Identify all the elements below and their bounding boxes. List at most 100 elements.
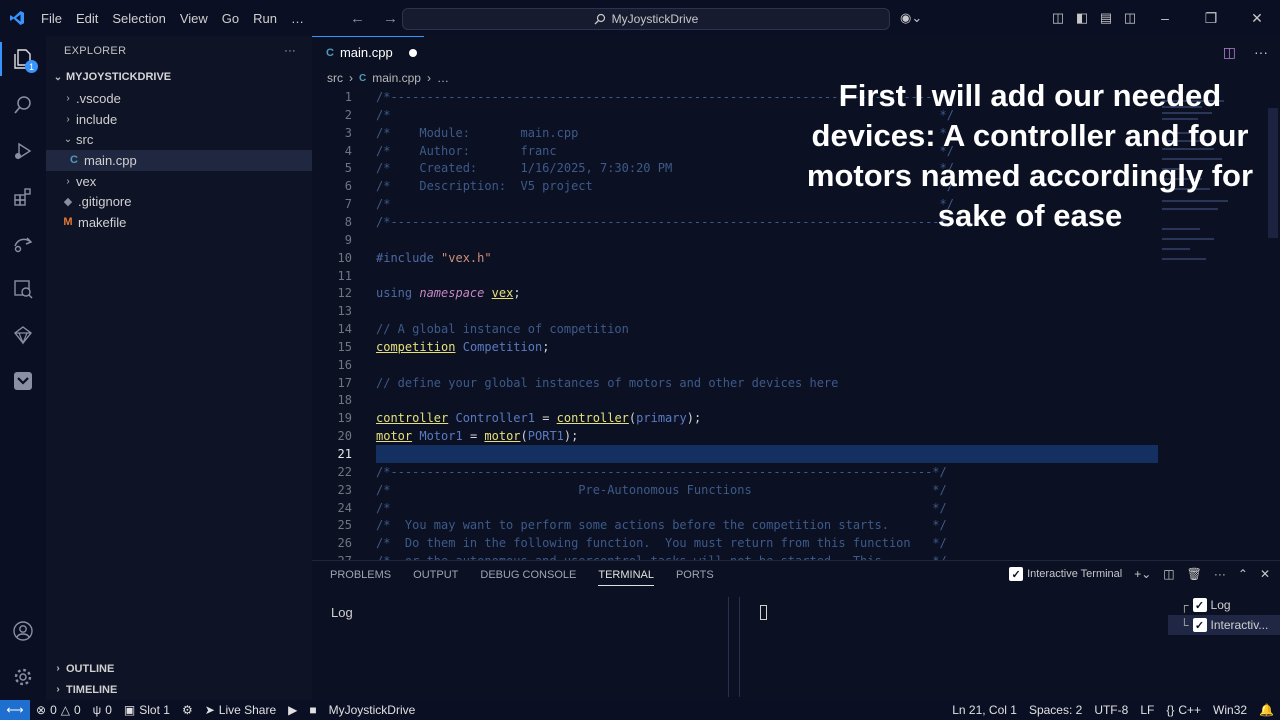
- controller-status-icon[interactable]: ⚙: [176, 703, 199, 717]
- code-line[interactable]: 12 using namespace vex;: [312, 284, 1280, 302]
- code-line[interactable]: 24 /* */: [312, 499, 1280, 517]
- code-line[interactable]: 27/* or the autonomous and usercontrol t…: [312, 552, 1280, 560]
- terminal-split-divider[interactable]: [728, 597, 740, 697]
- language-mode[interactable]: {} C++: [1160, 703, 1207, 717]
- tree-item-vscode[interactable]: › .vscode: [46, 88, 312, 109]
- code-line[interactable]: 21: [312, 445, 1280, 463]
- tab-debug-console[interactable]: DEBUG CONSOLE: [480, 569, 576, 586]
- timeline-section[interactable]: › TIMELINE: [46, 679, 312, 700]
- line-number: 3: [344, 125, 352, 140]
- indentation[interactable]: Spaces: 2: [1023, 703, 1088, 717]
- tree-item-include[interactable]: › include: [46, 109, 312, 130]
- live-share-status[interactable]: ➤ Live Share: [199, 703, 282, 717]
- code-line[interactable]: 17 // define your global instances of mot…: [312, 374, 1280, 392]
- customize-layout-icon[interactable]: ◫: [1046, 10, 1070, 26]
- breadcrumb-src[interactable]: src: [327, 71, 343, 85]
- outline-section[interactable]: › OUTLINE: [46, 658, 312, 679]
- tab-main-cpp[interactable]: C main.cpp: [312, 36, 424, 68]
- menu-edit[interactable]: Edit: [69, 11, 105, 26]
- terminal-selector[interactable]: ✓ Interactive Terminal: [1009, 567, 1122, 581]
- menu-selection[interactable]: Selection: [105, 11, 172, 26]
- code-line[interactable]: 15 competition Competition;: [312, 338, 1280, 356]
- trash-icon[interactable]: 🗑: [1187, 567, 1202, 581]
- new-terminal-icon[interactable]: +⌄: [1134, 567, 1151, 581]
- toggle-sidebar-icon[interactable]: ◧: [1070, 10, 1094, 26]
- code-line[interactable]: 25 /* You may want to perform some action…: [312, 516, 1280, 534]
- tab-problems[interactable]: PROBLEMS: [330, 569, 391, 586]
- play-icon[interactable]: ▶: [282, 703, 303, 717]
- breadcrumb-symbol[interactable]: …: [437, 71, 449, 85]
- tab-ports[interactable]: PORTS: [676, 569, 714, 586]
- toggle-panel-icon[interactable]: ▤: [1094, 10, 1118, 26]
- code-line[interactable]: 26 /* Do them in the following function. …: [312, 534, 1280, 552]
- tab-terminal[interactable]: TERMINAL: [598, 569, 654, 586]
- terminal-item-interactive[interactable]: └ ✓ Interactiv...: [1168, 615, 1280, 635]
- extensions-icon[interactable]: [0, 174, 46, 220]
- code-line[interactable]: 22 /*------------------------------------…: [312, 463, 1280, 481]
- maximize-icon[interactable]: ❐: [1188, 10, 1234, 27]
- search-icon[interactable]: [0, 82, 46, 128]
- testing-icon[interactable]: [0, 266, 46, 312]
- remote-indicator-icon[interactable]: ⟷: [0, 700, 30, 720]
- problems-status[interactable]: ⊗ 0 △ 0: [30, 703, 87, 717]
- tree-item-label: include: [76, 111, 118, 127]
- more-actions-icon[interactable]: ···: [1214, 567, 1226, 581]
- end-of-line[interactable]: LF: [1134, 703, 1160, 717]
- code-line[interactable]: 18: [312, 391, 1280, 409]
- close-icon[interactable]: ✕: [1234, 10, 1280, 27]
- code-line[interactable]: 14 // A global instance of competition: [312, 320, 1280, 338]
- remote-explorer-icon[interactable]: [0, 220, 46, 266]
- command-center[interactable]: MyJoystickDrive: [402, 8, 890, 30]
- explorer-more-icon[interactable]: ···: [284, 45, 296, 57]
- terminal-item-log[interactable]: ┌ ✓ Log: [1168, 595, 1280, 615]
- manage-gear-icon[interactable]: [0, 654, 46, 700]
- code-line[interactable]: 16: [312, 356, 1280, 374]
- vex-icon[interactable]: [0, 312, 46, 358]
- stop-icon[interactable]: ■: [303, 703, 322, 717]
- ports-status[interactable]: ψ 0: [87, 703, 118, 717]
- tree-item-main-cpp[interactable]: C main.cpp: [46, 150, 312, 171]
- account-icon[interactable]: [0, 608, 46, 654]
- slot-status[interactable]: ▣ Slot 1: [118, 703, 176, 717]
- tab-output[interactable]: OUTPUT: [413, 569, 458, 586]
- encoding[interactable]: UTF-8: [1088, 703, 1134, 717]
- cursor-position[interactable]: Ln 21, Col 1: [946, 703, 1023, 717]
- close-panel-icon[interactable]: ✕: [1260, 567, 1270, 581]
- code-line[interactable]: 23 /* Pre-Autonomous Functions */: [312, 481, 1280, 499]
- back-arrow-icon[interactable]: ←: [350, 10, 365, 27]
- code-line[interactable]: 11: [312, 267, 1280, 285]
- code-line[interactable]: 19 controller Controller1 = controller(pr…: [312, 409, 1280, 427]
- tree-item-vex[interactable]: › vex: [46, 171, 312, 192]
- split-editor-icon[interactable]: ◫: [1223, 44, 1236, 61]
- tree-item-src[interactable]: ⌄ src: [46, 129, 312, 150]
- maximize-panel-icon[interactable]: ⌃: [1238, 567, 1248, 581]
- menu-more[interactable]: …: [284, 11, 311, 26]
- menu-go[interactable]: Go: [215, 11, 246, 26]
- split-terminal-icon[interactable]: ◫: [1163, 567, 1174, 581]
- platform[interactable]: Win32: [1207, 703, 1253, 717]
- breadcrumb-file[interactable]: main.cpp: [372, 71, 421, 85]
- tree-item-gitignore[interactable]: ◆ .gitignore: [46, 191, 312, 212]
- checkbox-icon: ✓: [1192, 618, 1207, 632]
- minimize-icon[interactable]: –: [1142, 10, 1188, 26]
- explorer-icon[interactable]: 1: [0, 36, 46, 82]
- project-name[interactable]: MyJoystickDrive: [323, 703, 422, 717]
- more-actions-icon[interactable]: ···: [1254, 44, 1268, 61]
- menu-file[interactable]: File: [34, 11, 69, 26]
- workspace-root[interactable]: ⌄ MYJOYSTICKDRIVE: [46, 66, 312, 88]
- line-number: 24: [337, 500, 352, 515]
- tree-item-makefile[interactable]: M makefile: [46, 212, 312, 233]
- menu-view[interactable]: View: [173, 11, 215, 26]
- menu-run[interactable]: Run: [246, 11, 284, 26]
- toggle-secondary-sidebar-icon[interactable]: ◫: [1118, 10, 1142, 26]
- code-line[interactable]: 13: [312, 302, 1280, 320]
- copilot-icon[interactable]: ◉⌄: [900, 10, 922, 26]
- forward-arrow-icon[interactable]: →: [383, 10, 398, 27]
- error-count: 0: [50, 703, 57, 717]
- checklist-icon[interactable]: [0, 358, 46, 404]
- code-line[interactable]: 10 #include "vex.h": [312, 249, 1280, 267]
- unsaved-dot-icon[interactable]: [408, 48, 417, 57]
- code-line[interactable]: 20 motor Motor1 = motor(PORT1);: [312, 427, 1280, 445]
- bell-icon[interactable]: 🔔: [1253, 703, 1280, 717]
- run-debug-icon[interactable]: [0, 128, 46, 174]
